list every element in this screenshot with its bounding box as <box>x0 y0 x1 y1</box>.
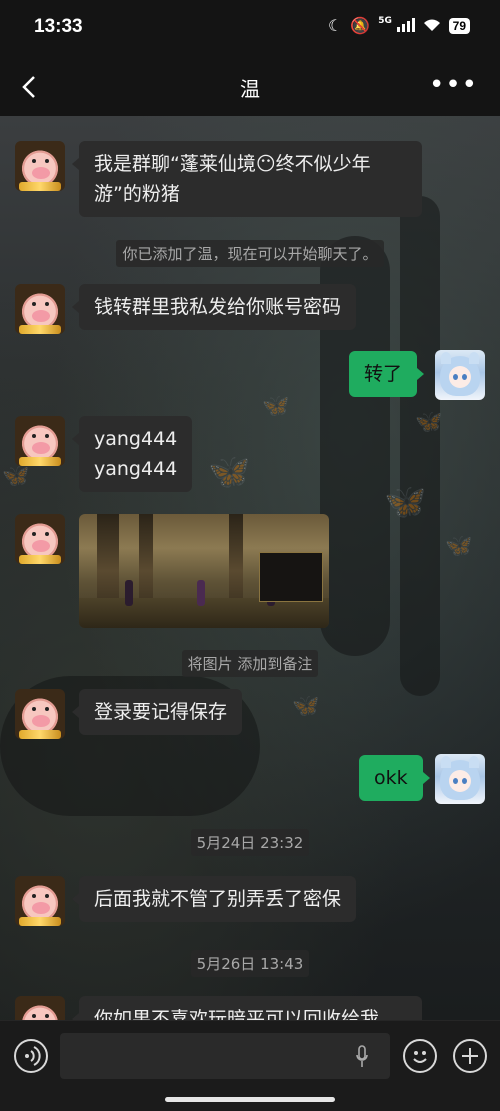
mute-bell-icon: 🔕 <box>350 16 371 35</box>
message-text: 转了 <box>364 363 403 385</box>
contact-avatar[interactable] <box>15 141 65 191</box>
my-avatar[interactable] <box>435 350 485 400</box>
image-note-hint[interactable]: 将图片 添加到备注 <box>0 650 500 677</box>
my-avatar[interactable] <box>435 754 485 804</box>
input-bar <box>0 1020 500 1111</box>
home-indicator <box>165 1097 335 1102</box>
message-text: 后面我就不管了别弄丢了密保 <box>94 888 342 910</box>
plus-icon <box>462 1048 478 1064</box>
butterfly-icon: 🦋 <box>208 452 251 492</box>
butterfly-icon: 🦋 <box>2 464 30 489</box>
game-dialog-panel <box>259 552 323 602</box>
contact-avatar[interactable] <box>15 996 65 1020</box>
message-bubble[interactable]: yang444 yang444 <box>71 416 193 492</box>
message-text: yang444 <box>94 458 178 480</box>
add-attachment-button[interactable] <box>453 1039 487 1073</box>
my-message-bubble[interactable]: 转了 <box>349 351 425 397</box>
microphone-icon[interactable] <box>356 1045 368 1069</box>
butterfly-icon: 🦋 <box>292 694 320 719</box>
timestamp: 5月24日 23:32 <box>0 829 500 856</box>
network-signal-icon: 5G <box>378 16 415 36</box>
chat-title: 温 <box>240 77 260 101</box>
contact-avatar[interactable] <box>15 284 65 334</box>
chat-area[interactable]: 🦋 🦋 🦋 🦋 🦋 🦋 🦋 我是群聊“蓬莱仙境😶终不似少年 游”的粉猪 你已添加… <box>0 116 500 1020</box>
message-bubble[interactable]: 你如果不喜欢玩暗平可以回收给我 <box>72 996 422 1020</box>
message-text: yang444 <box>94 428 178 450</box>
message-input[interactable] <box>60 1033 390 1079</box>
emoji-button[interactable] <box>403 1039 437 1073</box>
message-bubble[interactable]: 登录要记得保存 <box>71 689 243 735</box>
message-text: 我是群聊“蓬莱仙境😶终不似少年 <box>94 153 371 175</box>
contact-avatar[interactable] <box>15 876 65 926</box>
message-bubble[interactable]: 我是群聊“蓬莱仙境😶终不似少年 游”的粉猪 <box>72 141 422 217</box>
butterfly-icon: 🦋 <box>415 410 443 435</box>
butterfly-icon: 🦋 <box>384 482 427 522</box>
voice-wave-icon <box>25 1046 41 1066</box>
smiley-icon <box>413 1051 427 1063</box>
battery-indicator: 79 <box>448 18 470 34</box>
status-icons: ☾ 🔕 5G 79 <box>328 16 470 36</box>
butterfly-icon: 🦋 <box>262 394 290 419</box>
more-options-button[interactable]: ••• <box>429 70 478 100</box>
moon-icon: ☾ <box>327 16 343 35</box>
message-text: 登录要记得保存 <box>94 701 228 723</box>
message-text: 你如果不喜欢玩暗平可以回收给我 <box>94 1008 380 1020</box>
chat-header: 温 ••• <box>0 58 500 116</box>
message-text: 游”的粉猪 <box>94 183 180 205</box>
message-bubble[interactable]: 钱转群里我私发给你账号密码 <box>71 284 357 330</box>
timestamp: 5月26日 13:43 <box>0 950 500 977</box>
message-text: okk <box>374 767 408 789</box>
contact-avatar[interactable] <box>15 689 65 739</box>
status-time: 13:33 <box>34 16 83 37</box>
message-text: 钱转群里我私发给你账号密码 <box>94 296 342 318</box>
voice-mode-button[interactable] <box>14 1039 48 1073</box>
status-bar: 13:33 ☾ 🔕 5G 79 <box>0 0 500 58</box>
image-message[interactable] <box>79 514 329 628</box>
contact-avatar[interactable] <box>15 514 65 564</box>
wifi-icon <box>423 18 441 35</box>
network-label: 5G <box>378 16 392 26</box>
my-message-bubble[interactable]: okk <box>359 755 430 801</box>
contact-avatar[interactable] <box>15 416 65 466</box>
system-message: 你已添加了温，现在可以开始聊天了。 <box>0 240 500 267</box>
message-bubble[interactable]: 后面我就不管了别弄丢了密保 <box>71 876 357 922</box>
butterfly-icon: 🦋 <box>445 534 473 559</box>
background-tree <box>400 196 440 696</box>
